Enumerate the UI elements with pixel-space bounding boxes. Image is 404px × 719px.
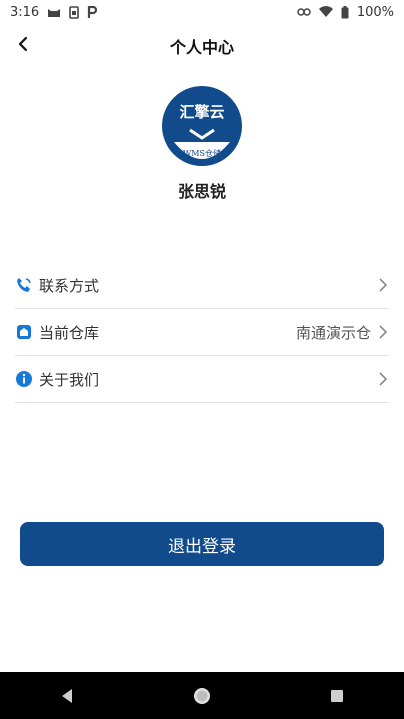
user-name: 张思锐 <box>177 182 226 201</box>
battery-text: 100% <box>356 4 394 20</box>
chevron-right-icon <box>377 324 389 340</box>
menu-item-contact[interactable]: 联系方式 <box>15 262 389 309</box>
home-circle-icon[interactable] <box>182 676 222 716</box>
cat-icon <box>47 6 61 18</box>
menu-item-warehouse[interactable]: 当前仓库 南通演示仓 <box>15 309 389 356</box>
chevron-right-icon <box>377 371 389 387</box>
warehouse-icon <box>15 323 33 341</box>
status-right: 100% <box>297 5 394 20</box>
phone-icon <box>15 276 33 294</box>
avatar: 汇擎云 WMS仓储 <box>162 86 242 166</box>
menu-item-about[interactable]: 关于我们 <box>15 356 389 403</box>
menu-item-label: 当前仓库 <box>39 323 100 342</box>
status-time: 3:16 <box>10 4 40 20</box>
back-button[interactable] <box>8 31 38 61</box>
logout-button[interactable]: 退出登录 <box>20 522 384 566</box>
back-triangle-icon[interactable] <box>47 676 87 716</box>
menu-list: 联系方式 当前仓库 南通演示仓 关于我们 <box>15 262 389 403</box>
link-icon <box>297 8 311 16</box>
info-icon <box>15 370 33 388</box>
current-warehouse-value: 南通演示仓 <box>295 323 371 342</box>
menu-item-label: 联系方式 <box>39 276 100 295</box>
chevron-left-icon <box>17 36 29 56</box>
status-bar: 3:16 100% <box>0 0 404 24</box>
chevron-right-icon <box>377 277 389 293</box>
recents-square-icon[interactable] <box>317 676 357 716</box>
p-icon <box>87 5 98 19</box>
logo-text: 汇擎云 <box>179 103 224 121</box>
menu-item-label: 关于我们 <box>39 370 100 389</box>
status-left: 3:16 <box>10 4 98 20</box>
sim-card-icon <box>69 5 80 19</box>
system-nav-bar <box>0 672 404 719</box>
page-title: 个人中心 <box>169 38 234 57</box>
wifi-icon <box>318 6 333 18</box>
logo-subtext: WMS仓储 <box>183 148 221 158</box>
header: 个人中心 <box>0 28 404 64</box>
battery-icon <box>341 5 349 19</box>
